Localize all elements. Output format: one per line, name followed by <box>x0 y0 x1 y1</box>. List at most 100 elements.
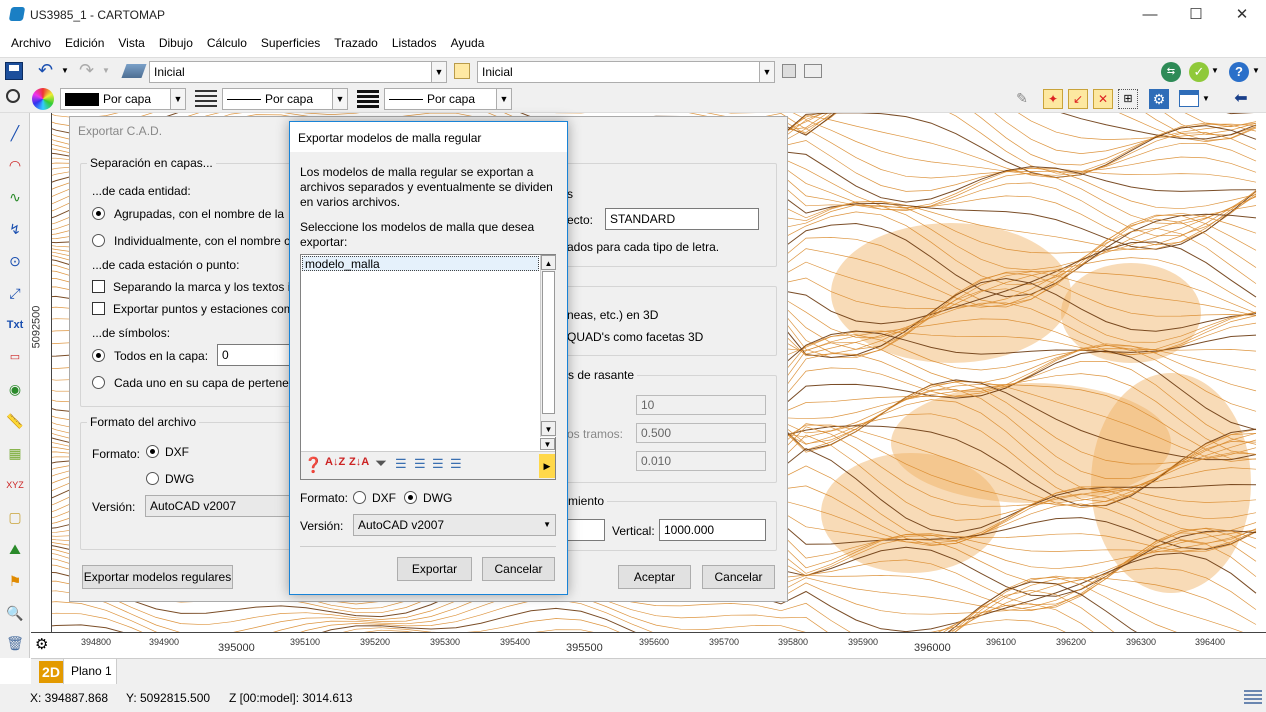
layer-copy-icon[interactable] <box>782 64 796 78</box>
scroll-up-icon[interactable]: ▲ <box>541 255 556 270</box>
help-dropdown-icon[interactable]: ▼ <box>1252 66 1260 75</box>
snap-midpoint-icon[interactable]: ↙ <box>1068 89 1088 109</box>
grouped-radio[interactable] <box>92 207 105 220</box>
layer-state-icon[interactable] <box>804 64 822 78</box>
arc-tool-icon[interactable]: ◠ <box>3 153 27 177</box>
chevron-down-icon[interactable]: ▼ <box>332 89 347 109</box>
snap-endpoint-icon[interactable]: ✦ <box>1043 89 1063 109</box>
all-in-layer-radio[interactable] <box>92 349 105 362</box>
image-tool-icon[interactable]: ▦ <box>3 441 27 465</box>
circle-tool-icon[interactable]: ⊙ <box>3 249 27 273</box>
chevron-down-icon[interactable]: ▼ <box>431 62 446 82</box>
list-expand-icon[interactable]: ☰ <box>450 456 462 472</box>
status-grid-icon[interactable] <box>1244 690 1262 706</box>
menu-ayuda[interactable]: Ayuda <box>444 31 492 55</box>
snap-disabled-icon[interactable]: ✎ <box>1013 90 1031 108</box>
axis-settings-icon[interactable]: ⚙ <box>35 635 48 653</box>
color-wheel-icon[interactable] <box>32 88 54 110</box>
save-icon[interactable] <box>5 62 23 80</box>
chevron-down-icon[interactable]: ▼ <box>759 62 774 82</box>
text-tool-icon[interactable]: Txt <box>3 313 27 337</box>
layer-name-input[interactable]: 0 <box>217 344 297 366</box>
menu-trazado[interactable]: Trazado <box>327 31 385 55</box>
snap-grid-icon[interactable]: ⊞ <box>1118 89 1138 109</box>
dwg-radio[interactable] <box>146 472 159 485</box>
close-button[interactable]: ✕ <box>1219 0 1265 30</box>
maximize-button[interactable]: ☐ <box>1173 0 1219 30</box>
menu-archivo[interactable]: Archivo <box>4 31 58 55</box>
xyz-point-icon[interactable]: XYZ <box>3 473 27 497</box>
version-select[interactable]: AutoCAD v2007 ▼ <box>353 514 556 536</box>
check-dropdown-icon[interactable]: ▼ <box>1211 66 1219 75</box>
curve-tool-icon[interactable]: ∿ <box>3 185 27 209</box>
list-columns-icon[interactable]: ☰ <box>395 456 407 472</box>
version-select[interactable]: AutoCAD v2007 <box>145 495 295 517</box>
toolbar-more-icon[interactable]: ▶ <box>539 454 555 478</box>
menu-vista[interactable]: Vista <box>111 31 151 55</box>
polyline-tool-icon[interactable]: ↯ <box>3 217 27 241</box>
chevron-down-icon[interactable]: ▼ <box>543 515 551 535</box>
sort-desc-icon[interactable]: Z↓A <box>349 456 369 468</box>
list-select-icon[interactable]: ☰ <box>414 456 426 472</box>
chevron-down-icon[interactable]: ▼ <box>170 89 185 109</box>
linetype-icon[interactable] <box>195 90 217 108</box>
layer-select[interactable]: Inicial ▼ <box>149 61 447 83</box>
point-tool-icon[interactable]: ◉ <box>3 377 27 401</box>
minimize-button[interactable]: — <box>1127 0 1173 30</box>
layout-dropdown-icon[interactable]: ▼ <box>1202 94 1210 103</box>
horizontal-scale-input[interactable] <box>567 519 605 541</box>
mesh-list[interactable]: modelo_malla ▲ ▼ ▼ ❓ A↓Z Z↓A ⏷ ☰ ☰ ☰ ☰ ▶ <box>300 254 556 480</box>
profile-value-3[interactable]: 0.010 <box>636 451 766 471</box>
search-tool-icon[interactable]: 🔍 <box>3 601 27 625</box>
filter-icon[interactable]: ⏷ <box>375 455 387 472</box>
list-scrollbar[interactable]: ▲ ▼ <box>540 255 556 437</box>
undo-dropdown-icon[interactable]: ▼ <box>61 66 69 75</box>
linetype-select[interactable]: Por capa ▼ <box>222 88 348 110</box>
check-icon[interactable]: ✓ <box>1189 62 1209 82</box>
settings-icon[interactable]: ⚙ <box>1149 89 1169 109</box>
network-icon[interactable]: ⇆ <box>1161 62 1181 82</box>
lineweight-icon[interactable] <box>357 90 379 108</box>
accept-button[interactable]: Aceptar <box>618 565 691 589</box>
each-own-layer-radio[interactable] <box>92 376 105 389</box>
style-select[interactable]: Inicial ▼ <box>477 61 775 83</box>
lineweight-select[interactable]: Por capa ▼ <box>384 88 512 110</box>
dimension-tool-icon[interactable]: ⤢ <box>3 281 27 305</box>
scroll-thumb[interactable] <box>542 271 555 414</box>
export-points-checkbox[interactable] <box>92 302 105 315</box>
separate-text-checkbox[interactable] <box>92 280 105 293</box>
dxf-radio[interactable] <box>353 491 366 504</box>
back-arrow-icon[interactable]: ⬅ <box>1229 88 1253 110</box>
note-tool-icon[interactable]: ▢ <box>3 505 27 529</box>
trash-icon[interactable]: 🗑 <box>3 631 27 655</box>
cancel-button[interactable]: Cancelar <box>702 565 775 589</box>
export-button[interactable]: Exportar <box>397 557 472 581</box>
chevron-down-icon[interactable]: ▼ <box>496 89 511 109</box>
redo-dropdown-icon[interactable]: ▼ <box>102 66 110 75</box>
menu-calculo[interactable]: Cálculo <box>200 31 254 55</box>
list-item[interactable]: modelo_malla <box>302 256 539 271</box>
list-scroll-down-icon[interactable]: ▼ <box>540 438 555 450</box>
terrain-tool-icon[interactable]: ⛰ <box>3 537 27 561</box>
profile-value-1[interactable]: 10 <box>636 395 766 415</box>
snap-intersection-icon[interactable]: ✕ <box>1093 89 1113 109</box>
dwg-radio[interactable] <box>404 491 417 504</box>
menu-dibujo[interactable]: Dibujo <box>152 31 200 55</box>
undo-icon[interactable]: ↶ <box>38 60 53 81</box>
scroll-down-icon[interactable]: ▼ <box>541 421 556 436</box>
redo-icon[interactable]: ↷ <box>79 60 94 81</box>
mode-2d-badge[interactable]: 2D <box>39 661 63 683</box>
tab-plano-1[interactable]: Plano 1 <box>63 659 117 685</box>
sort-asc-icon[interactable]: A↓Z <box>325 456 345 468</box>
style-icon[interactable] <box>454 63 470 79</box>
dxf-radio[interactable] <box>146 445 159 458</box>
zoom-icon[interactable] <box>6 89 20 103</box>
export-regular-models-button[interactable]: Exportar modelos regulares <box>82 565 233 589</box>
menu-listados[interactable]: Listados <box>385 31 444 55</box>
profile-value-2[interactable]: 0.500 <box>636 423 766 443</box>
measure-tool-icon[interactable]: 📏 <box>3 409 27 433</box>
vertical-scale-input[interactable]: 1000.000 <box>659 519 766 541</box>
line-tool-icon[interactable]: ╱ <box>3 121 27 145</box>
survey-tool-icon[interactable]: ⚑ <box>3 569 27 593</box>
text-style-input[interactable]: STANDARD <box>605 208 759 230</box>
